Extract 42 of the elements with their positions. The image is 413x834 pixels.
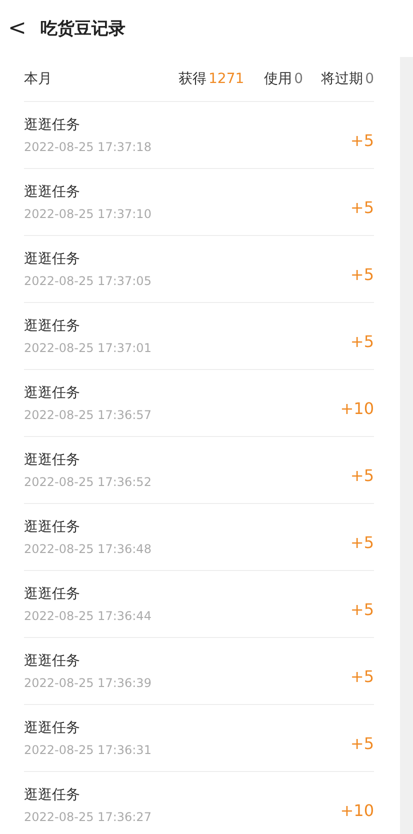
record-amount: +5	[350, 198, 374, 216]
record-amount: +5	[350, 332, 374, 350]
record-amount: +5	[350, 734, 374, 752]
record-time: 2022-08-25 17:37:18	[24, 140, 152, 154]
record-title: 逛逛任务	[24, 518, 81, 536]
record-amount: +10	[340, 800, 374, 820]
record-amount: +5	[350, 264, 374, 284]
earned-label: 获得	[178, 70, 207, 88]
record-time: 2022-08-25 17:36:48	[24, 542, 152, 556]
back-button[interactable]: <	[4, 18, 30, 40]
record-amount: +5	[350, 130, 374, 150]
record-title: 逛逛任务	[24, 585, 81, 603]
used-count: 0	[294, 71, 304, 87]
record-title: 逛逛任务	[24, 384, 81, 402]
record-title: 逛逛任务	[24, 183, 81, 201]
period-label: 本月	[24, 70, 52, 88]
record-time: 2022-08-25 17:36:39	[24, 676, 152, 690]
record-time: 2022-08-25 17:36:31	[24, 743, 152, 757]
record-amount: +5	[350, 532, 374, 552]
record-title: 逛逛任务	[24, 786, 81, 804]
record-time: 2022-08-25 17:36:27	[24, 810, 152, 824]
record-amount: +5	[350, 600, 374, 618]
record-title: 逛逛任务	[24, 317, 81, 335]
expiring-label: 将过期	[321, 70, 364, 88]
record-title: 逛逛任务	[24, 451, 81, 469]
record-amount: +5	[350, 466, 374, 484]
record-title: 逛逛任务	[24, 116, 81, 134]
record-time: 2022-08-25 17:36:57	[24, 408, 152, 422]
expiring-count: 0	[365, 71, 374, 87]
record-amount: +5	[350, 666, 374, 686]
record-time: 2022-08-25 17:37:05	[24, 274, 152, 288]
earned-count: 1271	[208, 71, 244, 87]
record-time: 2022-08-25 17:36:44	[24, 609, 152, 623]
page-title: 吃货豆记录	[40, 18, 126, 40]
record-title: 逛逛任务	[24, 719, 81, 737]
used-label: 使用	[264, 70, 292, 88]
record-time: 2022-08-25 17:37:10	[24, 207, 152, 221]
record-title: 逛逛任务	[24, 250, 81, 268]
record-time: 2022-08-25 17:36:52	[24, 475, 152, 489]
record-time: 2022-08-25 17:37:01	[24, 341, 152, 355]
record-title: 逛逛任务	[24, 652, 81, 670]
record-amount: +10	[340, 398, 374, 418]
